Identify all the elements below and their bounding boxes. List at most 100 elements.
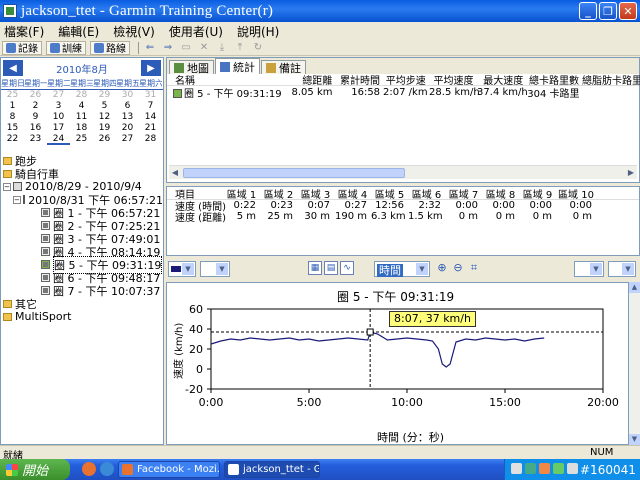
taskbar-item-garmin[interactable]: jackson_ttet - Ga... bbox=[224, 461, 320, 478]
column-header[interactable]: 區域 7 bbox=[445, 186, 482, 201]
delete-icon[interactable]: ✕ bbox=[197, 42, 211, 54]
calendar-day[interactable]: 19 bbox=[93, 123, 116, 134]
calendar-day[interactable]: 28 bbox=[70, 90, 93, 101]
new-icon[interactable]: ▭ bbox=[179, 42, 193, 54]
start-button[interactable]: 開始 bbox=[0, 459, 70, 480]
column-header[interactable]: 區域 9 bbox=[519, 186, 556, 201]
calendar-day[interactable]: 5 bbox=[93, 101, 116, 112]
horizontal-scrollbar[interactable]: ◀ ▶ bbox=[169, 165, 637, 179]
calendar-day[interactable]: 17 bbox=[47, 123, 70, 134]
scroll-down-icon[interactable]: ▼ bbox=[629, 434, 640, 445]
restore-button[interactable]: ❐ bbox=[599, 2, 617, 20]
collapse-icon[interactable]: − bbox=[13, 195, 21, 204]
calendar-day[interactable]: 15 bbox=[1, 123, 24, 134]
security-icon[interactable] bbox=[553, 463, 564, 474]
calendar-day[interactable]: 27 bbox=[47, 90, 70, 101]
column-header[interactable]: 總距離 bbox=[279, 72, 335, 87]
table-row[interactable]: 圈 5 - 下午 09:31:19 8.05 km 16:58 2:07 /km… bbox=[167, 86, 639, 100]
tree-node-other[interactable]: 其它 bbox=[1, 297, 163, 311]
table-row[interactable]: 速度 (距離) 5 m 25 m 30 m 190 m 6.3 km 1.5 k… bbox=[167, 211, 639, 224]
calendar-day[interactable]: 14 bbox=[139, 112, 162, 123]
column-header[interactable]: 區域 1 bbox=[223, 186, 260, 201]
calendar-day[interactable]: 26 bbox=[24, 90, 47, 101]
y4-color-select[interactable]: ▼ bbox=[608, 261, 636, 277]
grid-chart-icon[interactable]: ▦ bbox=[308, 261, 322, 275]
vertical-scrollbar[interactable]: ▲ ▼ bbox=[629, 282, 640, 445]
calendar-day[interactable]: 9 bbox=[24, 112, 47, 123]
menu-file[interactable]: 檔案(F) bbox=[4, 23, 44, 40]
ie-icon[interactable] bbox=[100, 462, 114, 476]
calendar-day[interactable]: 25 bbox=[1, 90, 24, 101]
line-chart-icon[interactable]: ∿ bbox=[340, 261, 354, 275]
speed-chart-svg[interactable]: -20 0 20 40 60 0:00 5:00 10:00 15:00 20:00 bbox=[167, 283, 628, 444]
table-row[interactable]: 速度 (時間) 0:22 0:23 0:07 0:27 12:56 2:32 0… bbox=[167, 200, 639, 213]
calendar-day[interactable]: 10 bbox=[47, 112, 70, 123]
y1-color-select[interactable]: ▼ bbox=[168, 261, 196, 277]
scroll-right-icon[interactable]: ▶ bbox=[625, 167, 637, 179]
calendar-day[interactable]: 13 bbox=[116, 112, 139, 123]
calendar-day[interactable]: 8 bbox=[1, 112, 24, 123]
history-button[interactable]: 記錄 bbox=[2, 40, 42, 55]
menu-help[interactable]: 說明(H) bbox=[237, 23, 279, 40]
scroll-thumb[interactable] bbox=[183, 168, 405, 178]
column-header[interactable]: 區域 5 bbox=[371, 186, 408, 201]
export-icon[interactable]: ⤒ bbox=[233, 42, 247, 54]
calendar-day[interactable]: 30 bbox=[116, 90, 139, 101]
close-button[interactable]: ✕ bbox=[619, 2, 637, 20]
calendar-day[interactable]: 28 bbox=[139, 134, 162, 145]
x-axis-select[interactable]: 時間 ▼ bbox=[374, 261, 430, 277]
y3-color-select[interactable]: ▼ bbox=[574, 261, 604, 277]
calendar-day[interactable]: 1 bbox=[1, 101, 24, 112]
minimize-button[interactable]: _ bbox=[579, 2, 597, 20]
column-header[interactable]: 區域 3 bbox=[297, 186, 334, 201]
prev-month-button[interactable]: ◀ bbox=[3, 60, 23, 76]
calendar-day[interactable]: 22 bbox=[1, 134, 24, 145]
network-icon[interactable] bbox=[525, 463, 536, 474]
title-bar[interactable]: jackson_ttet - Garmin Training Center(r)… bbox=[0, 0, 640, 22]
calendar-day[interactable]: 29 bbox=[93, 90, 116, 101]
calendar-day[interactable]: 27 bbox=[116, 134, 139, 145]
column-header[interactable]: 區域 6 bbox=[408, 186, 445, 201]
column-header[interactable]: 區域 8 bbox=[482, 186, 519, 201]
calendar-day[interactable]: 7 bbox=[139, 101, 162, 112]
zoom-in-icon[interactable]: ⊕ bbox=[436, 262, 448, 274]
taskbar-item-firefox[interactable]: Facebook - Mozi... bbox=[118, 461, 220, 478]
calendar-day[interactable]: 25 bbox=[70, 134, 93, 145]
calendar-day[interactable]: 23 bbox=[24, 134, 47, 145]
tree-node-cycling[interactable]: 騎自行車 bbox=[1, 167, 163, 181]
column-header[interactable]: 平均速度 bbox=[429, 72, 477, 87]
column-header[interactable]: 區域 2 bbox=[260, 186, 297, 201]
zoom-out-icon[interactable]: ⊖ bbox=[452, 262, 464, 274]
import-icon[interactable]: ⤓ bbox=[215, 42, 229, 54]
calendar-day[interactable]: 20 bbox=[116, 123, 139, 134]
calendar-day[interactable]: 2 bbox=[24, 101, 47, 112]
calendar-day[interactable]: 26 bbox=[93, 134, 116, 145]
volume-icon[interactable] bbox=[567, 463, 578, 474]
update-icon[interactable] bbox=[539, 463, 550, 474]
calendar-day[interactable]: 11 bbox=[70, 112, 93, 123]
column-header[interactable]: 總脂肪卡路里數 bbox=[582, 72, 640, 87]
collapse-icon[interactable]: − bbox=[3, 182, 11, 191]
calendar-day-selected[interactable]: 24 bbox=[47, 134, 70, 145]
chart-panel[interactable]: 圈 5 - 下午 09:31:19 速度 (km/h) 時間 (分：秒) -20… bbox=[166, 282, 629, 445]
menu-edit[interactable]: 編輯(E) bbox=[58, 23, 99, 40]
column-header[interactable]: 累計時間 bbox=[335, 72, 383, 87]
calendar-day[interactable]: 6 bbox=[116, 101, 139, 112]
courses-button[interactable]: 路線 bbox=[90, 40, 130, 55]
column-header[interactable]: 區域 10 bbox=[556, 186, 596, 201]
refresh-icon[interactable]: ↻ bbox=[251, 42, 265, 54]
menu-user[interactable]: 使用者(U) bbox=[169, 23, 223, 40]
calendar-day[interactable]: 4 bbox=[70, 101, 93, 112]
column-header[interactable]: 區域 4 bbox=[334, 186, 371, 201]
calendar-day[interactable]: 3 bbox=[47, 101, 70, 112]
scroll-left-icon[interactable]: ◀ bbox=[169, 167, 181, 179]
firefox-icon[interactable] bbox=[82, 462, 96, 476]
calendar-day[interactable]: 31 bbox=[139, 90, 162, 101]
next-month-button[interactable]: ▶ bbox=[141, 60, 161, 76]
zoom-fit-icon[interactable]: ⌗ bbox=[468, 262, 480, 274]
workouts-button[interactable]: 訓練 bbox=[46, 40, 86, 55]
tree-node-multisport[interactable]: MultiSport bbox=[1, 310, 163, 323]
menu-view[interactable]: 檢視(V) bbox=[113, 23, 155, 40]
language-icon[interactable] bbox=[511, 463, 522, 474]
column-header[interactable]: 最大速度 bbox=[477, 72, 527, 87]
